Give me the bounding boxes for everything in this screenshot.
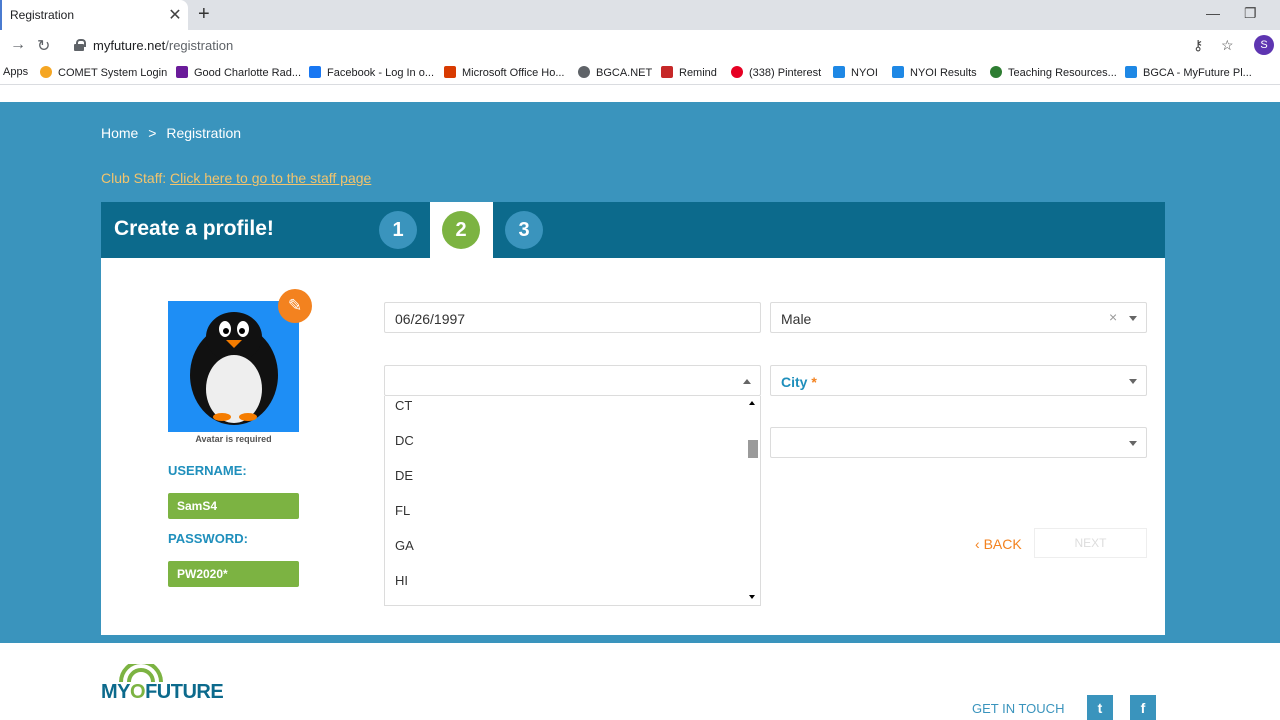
- globe-icon: [578, 66, 590, 78]
- state-dropdown-list: CT DC DE FL GA HI: [384, 396, 761, 606]
- penguin-icon: [190, 312, 278, 425]
- breadcrumb-home[interactable]: Home: [101, 125, 138, 141]
- breadcrumb-current: Registration: [166, 125, 242, 141]
- step-2[interactable]: 2: [442, 211, 480, 249]
- bookmark-bgca[interactable]: BGCA.NET: [578, 66, 652, 79]
- back-label: BACK: [983, 536, 1022, 552]
- bookmark-facebook[interactable]: Facebook - Log In o...: [309, 66, 434, 79]
- facebook-icon: [309, 66, 321, 78]
- url-host: myfuture.net: [93, 38, 166, 53]
- city-label: City: [781, 374, 808, 390]
- address-bar: → ↻ myfuture.net/registration ⚷ ☆: [0, 30, 1280, 61]
- restore-icon[interactable]: ❐: [1244, 5, 1257, 22]
- teaching-icon: [990, 66, 1002, 78]
- password-value: PW2020*: [168, 561, 299, 587]
- bookmark-teaching[interactable]: Teaching Resources...: [990, 66, 1117, 79]
- key-icon[interactable]: ⚷: [1193, 37, 1203, 54]
- chevron-down-icon[interactable]: [1129, 316, 1137, 321]
- dropdown-option[interactable]: GA: [395, 538, 414, 553]
- state-select[interactable]: [384, 365, 761, 396]
- minimize-icon[interactable]: —: [1206, 5, 1220, 21]
- tab-title: Registration: [10, 8, 75, 22]
- username-label: USERNAME:: [168, 463, 247, 478]
- bookmark-nyoi-results[interactable]: NYOI Results: [892, 66, 977, 79]
- office-icon: [444, 66, 456, 78]
- chevron-up-icon[interactable]: [743, 379, 751, 384]
- staff-notice: Club Staff: Click here to go to the staf…: [101, 170, 371, 186]
- avatar-required-note: Avatar is required: [195, 434, 272, 444]
- get-in-touch: GET IN TOUCH: [972, 701, 1065, 716]
- breadcrumb-separator: >: [148, 125, 157, 141]
- third-select[interactable]: [770, 427, 1147, 458]
- password-label: PASSWORD:: [168, 531, 248, 546]
- dropdown-option[interactable]: DC: [395, 433, 414, 448]
- chevron-down-icon[interactable]: [1129, 379, 1137, 384]
- facebook-icon[interactable]: f: [1130, 695, 1156, 720]
- scroll-up-icon[interactable]: [749, 401, 755, 405]
- step-1[interactable]: 1: [379, 211, 417, 249]
- bookmark-good-charlotte[interactable]: Good Charlotte Rad...: [176, 66, 301, 79]
- comet-icon: [40, 66, 52, 78]
- forward-icon[interactable]: →: [10, 36, 26, 54]
- staff-prefix: Club Staff:: [101, 170, 167, 186]
- edit-avatar-button[interactable]: ✎: [278, 289, 312, 323]
- dropdown-option[interactable]: HI: [395, 573, 408, 588]
- nyoi-icon: [892, 66, 904, 78]
- card-title: Create a profile!: [114, 217, 274, 240]
- breadcrumb: Home > Registration: [101, 125, 247, 141]
- profile-avatar[interactable]: S: [1254, 35, 1274, 55]
- next-button[interactable]: NEXT: [1034, 528, 1147, 558]
- dropdown-option[interactable]: CT: [395, 398, 412, 413]
- city-required-marker: *: [811, 374, 817, 390]
- close-tab-icon[interactable]: ✕: [166, 5, 184, 25]
- url-path: /registration: [165, 38, 234, 53]
- remind-icon: [661, 66, 673, 78]
- myfuture-logo[interactable]: MYOFUTURE: [101, 681, 224, 704]
- avatar[interactable]: [168, 301, 299, 432]
- browser-tab-bar: Registration ✕ + — ❐: [0, 0, 1280, 30]
- url-field[interactable]: myfuture.net/registration: [93, 38, 233, 53]
- star-icon[interactable]: ☆: [1221, 37, 1234, 54]
- birthdate-field[interactable]: 06/26/1997: [384, 302, 761, 333]
- dropdown-option[interactable]: FL: [395, 503, 410, 518]
- staff-page-link[interactable]: Click here to go to the staff page: [170, 170, 371, 186]
- lock-icon: [74, 39, 86, 51]
- bookmark-remind[interactable]: Remind: [661, 66, 717, 79]
- chevron-down-icon[interactable]: [1129, 441, 1137, 446]
- bookmark-myfuture[interactable]: BGCA - MyFuture Pl...: [1125, 66, 1252, 79]
- twitter-icon[interactable]: t: [1087, 695, 1113, 720]
- birthdate-value: 06/26/1997: [395, 311, 466, 327]
- podcast-icon: [176, 66, 188, 78]
- edit-icon: ✎: [287, 296, 303, 315]
- back-button[interactable]: ‹ BACK: [975, 536, 1022, 552]
- step-3[interactable]: 3: [505, 211, 543, 249]
- dropdown-option[interactable]: DE: [395, 468, 413, 483]
- new-tab-icon[interactable]: +: [198, 3, 210, 26]
- clear-gender-icon[interactable]: ×: [1109, 309, 1117, 325]
- bookmarks-bar: Apps COMET System Login Good Charlotte R…: [0, 61, 1280, 85]
- nyoi-icon: [833, 66, 845, 78]
- bookmark-pinterest[interactable]: (338) Pinterest: [731, 66, 821, 79]
- username-value: SamS4: [168, 493, 299, 519]
- dropdown-scrollbar[interactable]: [748, 440, 758, 458]
- chevron-left-icon: ‹: [975, 536, 980, 552]
- bookmark-comet[interactable]: COMET System Login: [40, 66, 167, 79]
- bookmark-apps[interactable]: Apps: [3, 66, 28, 78]
- browser-tab[interactable]: Registration ✕: [0, 0, 188, 30]
- card-header: Create a profile! 1 2 3: [101, 202, 1165, 258]
- bookmark-office[interactable]: Microsoft Office Ho...: [444, 66, 565, 79]
- gender-value: Male: [781, 311, 812, 327]
- myfuture-icon: [1125, 66, 1137, 78]
- city-select[interactable]: City *: [770, 365, 1147, 396]
- pinterest-icon: [731, 66, 743, 78]
- gender-select[interactable]: Male: [770, 302, 1147, 333]
- scroll-down-icon[interactable]: [749, 595, 755, 599]
- reload-icon[interactable]: ↻: [37, 36, 50, 56]
- bookmark-nyoi[interactable]: NYOI: [833, 66, 878, 79]
